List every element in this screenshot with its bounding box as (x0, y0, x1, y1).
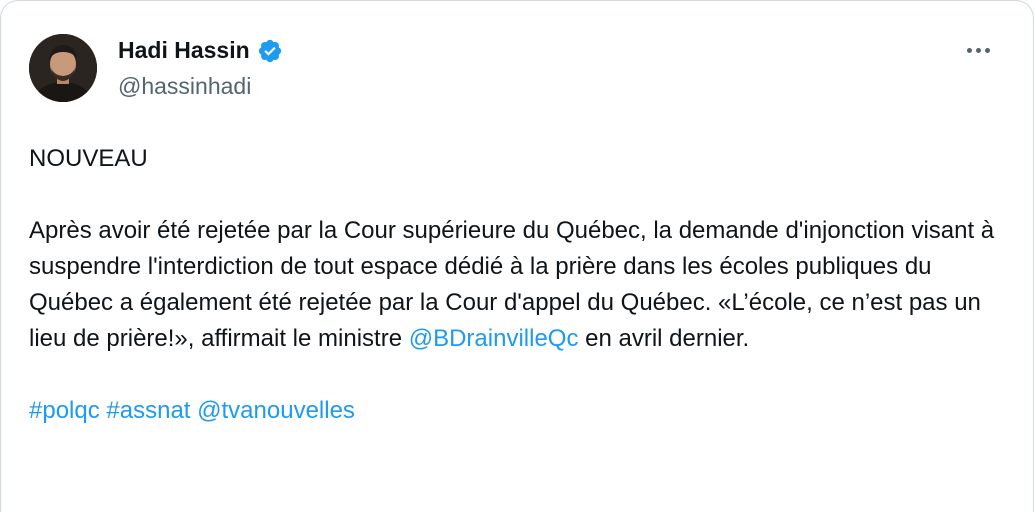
mention-link[interactable]: @BDrainvilleQc (409, 325, 579, 352)
more-horizontal-icon (966, 47, 972, 53)
tweet-text: NOUVEAU Après avoir été rejetée par la C… (29, 141, 1004, 429)
mention-link[interactable]: @tvanouvelles (197, 397, 355, 424)
hashtag-link[interactable]: #polqc (29, 397, 100, 424)
author-name-row: Hadi Hassin (118, 37, 283, 64)
tweet-body-end: en avril dernier. (578, 325, 750, 352)
author-display-name[interactable]: Hadi Hassin (118, 37, 250, 64)
avatar[interactable] (29, 34, 97, 102)
verified-badge-icon[interactable] (257, 38, 283, 64)
tweet-headline: NOUVEAU (29, 145, 148, 172)
hashtag-link[interactable]: #assnat (106, 397, 190, 424)
more-horizontal-icon (975, 47, 981, 53)
tweet-card: Hadi Hassin @hassinhadi NOUVEAU Après av… (0, 0, 1034, 512)
author-handle[interactable]: @hassinhadi (118, 73, 251, 100)
tweet-tags: #polqc #assnat @tvanouvelles (29, 393, 1004, 429)
more-horizontal-icon (984, 47, 990, 53)
more-options-button[interactable] (963, 39, 993, 61)
tweet-body: Après avoir été rejetée par la Cour supé… (29, 213, 1004, 357)
profile-photo-icon (29, 34, 97, 102)
